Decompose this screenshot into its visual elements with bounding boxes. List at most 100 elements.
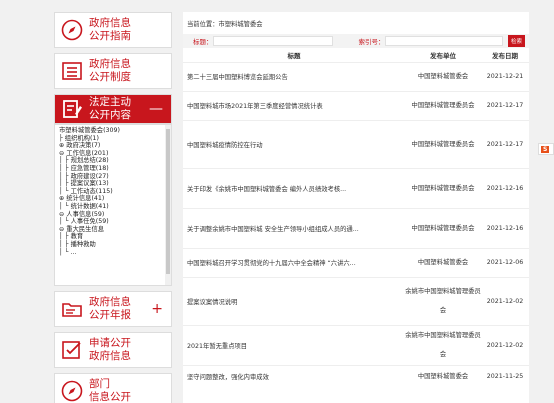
table-row[interactable]: 关于调整余姚市中国塑料城 安全生产领导小组组成人员的通... 中国塑料城管理委员会… xyxy=(183,207,529,248)
tree-node[interactable]: ⊕ 政府决策(7) xyxy=(59,142,171,150)
index-search-input[interactable] xyxy=(384,36,503,46)
table-row[interactable]: 坚守问题整改，强化内审成效 中国塑料城管委会 2021-11-25 xyxy=(183,364,529,387)
row-date: 2021-12-17 xyxy=(481,119,529,168)
table-row[interactable]: 中国塑料城疫情防控在行动 中国塑料城管理委员会 2021-12-17 xyxy=(183,119,529,168)
row-publisher-text: 中国塑料城管理委员会 xyxy=(411,224,475,232)
tree-node[interactable]: │ └ 人事任免(59) xyxy=(59,218,171,226)
row-publisher-text: 余姚市中国塑料城管理委员会 xyxy=(405,288,481,314)
row-publisher: 中国塑料城管委会 xyxy=(405,364,481,387)
edit-document-icon xyxy=(55,98,89,120)
row-publisher: 中国塑料城管理委员会 xyxy=(405,207,481,248)
table-row[interactable]: 中国塑料城市场2021年第三季度经营情况统计表 中国塑料城管理委员会 2021-12… xyxy=(183,90,529,120)
nav-annual-report[interactable]: 政府信息 公开年报 + xyxy=(54,291,172,327)
checklist-icon xyxy=(55,339,89,361)
row-publisher-text: 中国塑料城管理委员会 xyxy=(411,102,475,109)
col-publisher: 发布单位 xyxy=(430,51,456,60)
tree-node[interactable]: │ ├ 规划总结(28) xyxy=(59,157,171,165)
nav-guide-line2: 公开指南 xyxy=(89,30,131,42)
table-row[interactable]: 第二十三届中国塑料博览会延期公告 中国塑料城管委会 2021-12-21 xyxy=(183,61,529,91)
row-publisher-text: 中国塑料城管理委员会 xyxy=(411,140,475,148)
document-list-icon xyxy=(55,61,89,81)
tree-node[interactable]: │ └ 统计数据(41) xyxy=(59,203,171,211)
nav-annual-line1: 政府信息 xyxy=(89,296,131,308)
nav-department[interactable]: 部门 信息公开 xyxy=(54,373,172,403)
compass-icon xyxy=(55,380,89,402)
row-title-link[interactable]: 第二十三届中国塑料博览会延期公告 xyxy=(183,61,405,91)
tree-node[interactable]: │ └ ... xyxy=(59,249,171,257)
tree-node[interactable]: │ ├ 提案议案(13) xyxy=(59,180,171,188)
nav-guide-line1: 政府信息 xyxy=(89,17,131,29)
table-row[interactable]: 中国塑料城召开学习贯彻党的十九届六中全会精神 “六讲六... 中国塑料城管委会 20… xyxy=(183,247,529,277)
row-date: 2021-12-02 xyxy=(481,324,529,365)
row-title-link[interactable]: 关于调整余姚市中国塑料城 安全生产领导小组组成人员的通... xyxy=(183,207,405,248)
col-title: 标题 xyxy=(287,51,301,60)
row-title-link[interactable]: 中国塑料城疫情防控在行动 xyxy=(183,119,405,168)
nav-active-content[interactable]: 法定主动 公开内容 — xyxy=(54,94,172,124)
row-title-link[interactable]: 坚守问题整改，强化内审成效 xyxy=(183,364,405,387)
row-title-link[interactable]: 中国塑料城召开学习贯彻党的十九届六中全会精神 “六讲六... xyxy=(183,247,405,277)
title-search-label: 标题： xyxy=(193,38,213,46)
row-title-link[interactable]: 提案议案情况说明 xyxy=(183,276,405,325)
compass-icon xyxy=(55,19,89,41)
row-date: 2021-11-25 xyxy=(481,364,529,387)
nav-guide[interactable]: 政府信息 公开指南 xyxy=(54,12,172,48)
nav-system[interactable]: 政府信息 公开制度 xyxy=(54,53,172,89)
nav-apply-line1: 申请公开 xyxy=(89,337,131,349)
tree-node[interactable]: │ ├ 教育 xyxy=(59,233,171,241)
content-panel: 当前位置：市塑料城管委会 标题： 索引号： 检索 标题 发布单位 发布日期 第二… xyxy=(183,12,529,403)
row-publisher: 中国塑料城管理委员会 xyxy=(405,119,481,168)
category-tree: 市塑料城管委会(309) ├ 组织机构(1) ⊕ 政府决策(7) ⊖ 工作信息(201… xyxy=(54,124,172,286)
collapse-toggle[interactable]: — xyxy=(149,101,163,117)
breadcrumb: 当前位置：市塑料城管委会 xyxy=(187,21,263,28)
nav-active-line1: 法定主动 xyxy=(89,96,131,108)
nav-dept-line2: 信息公开 xyxy=(89,391,131,403)
tree-node[interactable]: │ ├ 应急管理(18) xyxy=(59,165,171,173)
row-publisher: 中国塑料城管理委员会 xyxy=(405,90,481,120)
nav-dept-line1: 部门 xyxy=(89,378,110,390)
sogou-icon: S xyxy=(541,145,550,153)
nav-system-line2: 公开制度 xyxy=(89,71,131,83)
table-row[interactable]: 关于印发《余姚市中国塑料城管委会 编外人员绩效考核... 中国塑料城管理委员会 20… xyxy=(183,167,529,208)
tree-scrollbar[interactable] xyxy=(165,125,171,285)
row-publisher: 余姚市中国塑料城管理委员会 xyxy=(405,324,481,365)
results-table: 标题 发布单位 发布日期 第二十三届中国塑料博览会延期公告 中国塑料城管委会 202… xyxy=(183,48,529,387)
table-row[interactable]: 提案议案情况说明 余姚市中国塑料城管理委员会 2021-12-02 xyxy=(183,276,529,325)
search-button[interactable]: 检索 xyxy=(507,35,525,47)
nav-annual-line2: 公开年报 xyxy=(89,309,131,321)
nav-apply-line2: 政府信息 xyxy=(89,350,131,362)
row-publisher-text: 中国塑料城管理委员会 xyxy=(411,184,475,192)
row-publisher-text: 中国塑料城管委会 xyxy=(417,259,469,266)
tree-node[interactable]: ⊖ 人事信息(59) xyxy=(59,211,171,219)
row-title-link[interactable]: 2021年暂无重点项目 xyxy=(183,324,405,365)
row-date: 2021-12-06 xyxy=(481,247,529,277)
row-date: 2021-12-21 xyxy=(481,61,529,91)
title-search-input[interactable] xyxy=(212,36,333,46)
nav-active-line2: 公开内容 xyxy=(89,109,131,121)
floating-widget[interactable]: S xyxy=(538,143,554,155)
tree-list: 市塑料城管委会(309) ├ 组织机构(1) ⊕ 政府决策(7) ⊖ 工作信息(201… xyxy=(55,125,171,256)
nav-apply[interactable]: 申请公开 政府信息 xyxy=(54,332,172,368)
nav-system-line1: 政府信息 xyxy=(89,58,131,70)
row-date: 2021-12-16 xyxy=(481,167,529,208)
row-date: 2021-12-17 xyxy=(481,90,529,120)
left-nav: 政府信息 公开指南 政府信息 公开制度 法定主动 公开内容 — 市塑料城管委会(309… xyxy=(54,12,172,403)
row-title-link[interactable]: 中国塑料城市场2021年第三季度经营情况统计表 xyxy=(183,90,405,120)
row-publisher: 中国塑料城管委会 xyxy=(405,61,481,91)
tree-node[interactable]: │ ├ 播种救助 xyxy=(59,241,171,249)
folder-icon xyxy=(55,299,89,319)
search-bar: 标题： 索引号： 检索 xyxy=(183,34,529,48)
table-row[interactable]: 2021年暂无重点项目 余姚市中国塑料城管理委员会 2021-12-02 xyxy=(183,324,529,365)
tree-node[interactable]: ⊕ 统计信息(41) xyxy=(59,195,171,203)
row-publisher: 中国塑料城管理委员会 xyxy=(405,167,481,208)
row-publisher: 中国塑料城管委会 xyxy=(405,247,481,277)
row-publisher-text: 中国塑料城管委会 xyxy=(417,73,469,80)
page: 政府信息 公开指南 政府信息 公开制度 法定主动 公开内容 — 市塑料城管委会(309… xyxy=(0,0,554,403)
expand-toggle[interactable]: + xyxy=(151,301,163,317)
row-date: 2021-12-02 xyxy=(481,276,529,325)
row-title-link[interactable]: 关于印发《余姚市中国塑料城管委会 编外人员绩效考核... xyxy=(183,167,405,208)
tree-node[interactable]: 市塑料城管委会(309) xyxy=(59,127,171,135)
scrollbar-thumb[interactable] xyxy=(166,129,170,274)
index-search-label: 索引号： xyxy=(358,38,385,46)
row-date: 2021-12-16 xyxy=(481,207,529,248)
table-header: 标题 发布单位 发布日期 xyxy=(183,48,529,62)
